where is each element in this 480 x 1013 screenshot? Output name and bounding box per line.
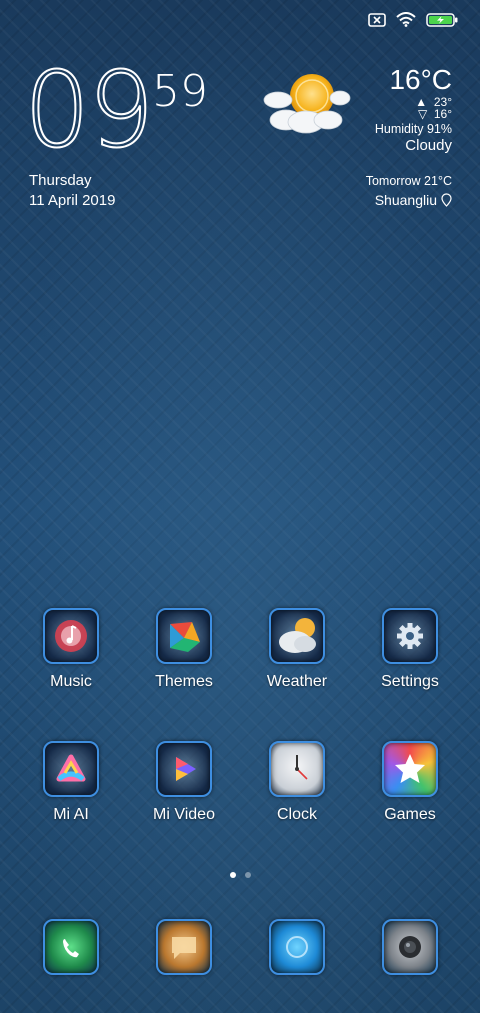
app-settings[interactable]: Settings bbox=[360, 608, 460, 691]
message-icon bbox=[156, 919, 212, 975]
weather-condition: Cloudy bbox=[405, 137, 452, 154]
dock-phone[interactable] bbox=[21, 919, 121, 975]
dock-messages[interactable] bbox=[134, 919, 234, 975]
arrow-down-icon: ▽ bbox=[417, 107, 428, 121]
page-indicator[interactable] bbox=[0, 872, 480, 878]
app-mi-ai[interactable]: Mi AI bbox=[21, 741, 121, 824]
app-label: Mi AI bbox=[53, 806, 89, 823]
clock-widget[interactable]: 09 59 bbox=[23, 49, 208, 171]
date-day: Thursday bbox=[29, 172, 92, 189]
app-label: Weather bbox=[266, 673, 328, 690]
browser-icon bbox=[269, 919, 325, 975]
music-icon bbox=[43, 608, 99, 664]
app-clock[interactable]: Clock bbox=[247, 741, 347, 824]
app-music[interactable]: Music bbox=[21, 608, 121, 691]
app-label: Clock bbox=[276, 806, 317, 823]
dock-browser[interactable] bbox=[247, 919, 347, 975]
status-bar bbox=[368, 12, 458, 27]
clock-minutes: 59 bbox=[152, 66, 208, 117]
play-icon bbox=[156, 741, 212, 797]
clock-icon bbox=[269, 741, 325, 797]
star-icon bbox=[382, 741, 438, 797]
location-pin-icon bbox=[441, 193, 452, 207]
camera-icon bbox=[382, 919, 438, 975]
phone-icon bbox=[43, 919, 99, 975]
weather-low-value: 16° bbox=[433, 107, 452, 121]
partly-cloudy-icon[interactable] bbox=[262, 66, 354, 138]
themes-icon bbox=[156, 608, 212, 664]
app-label: Settings bbox=[381, 673, 439, 690]
page-dot-2[interactable] bbox=[244, 872, 251, 878]
gear-icon bbox=[382, 608, 438, 664]
wifi-icon bbox=[396, 12, 416, 27]
mi-ai-icon bbox=[43, 741, 99, 797]
no-sim-icon bbox=[368, 12, 386, 27]
clock-hours: 09 bbox=[23, 49, 155, 171]
location-name: Shuangliu bbox=[374, 192, 437, 208]
app-weather[interactable]: Weather bbox=[247, 608, 347, 691]
app-label: Games bbox=[384, 806, 436, 823]
app-mi-video[interactable]: Mi Video bbox=[134, 741, 234, 824]
date-full: 11 April 2019 bbox=[29, 192, 116, 209]
app-games[interactable]: Games bbox=[360, 741, 460, 824]
app-label: Music bbox=[50, 673, 92, 690]
app-label: Themes bbox=[155, 673, 213, 690]
weather-low: ▽ 16° bbox=[418, 107, 452, 121]
weather-icon bbox=[269, 608, 325, 664]
weather-humidity: Humidity 91% bbox=[374, 122, 452, 136]
app-label: Mi Video bbox=[153, 806, 215, 823]
weather-temperature: 16°C bbox=[389, 64, 452, 95]
app-themes[interactable]: Themes bbox=[134, 608, 234, 691]
battery-charging-icon bbox=[426, 12, 458, 27]
weather-location[interactable]: Shuangliu bbox=[375, 192, 452, 208]
page-dot-1[interactable] bbox=[229, 872, 236, 878]
weather-tomorrow: Tomorrow 21°C bbox=[365, 174, 452, 188]
dock-camera[interactable] bbox=[360, 919, 460, 975]
